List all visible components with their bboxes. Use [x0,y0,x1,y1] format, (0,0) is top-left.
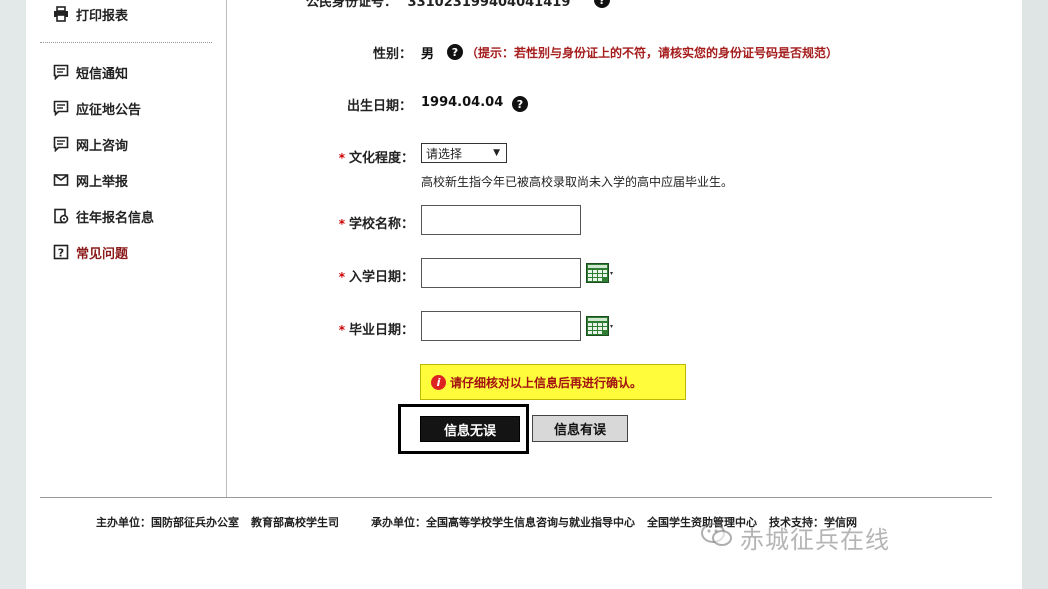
confirm-notice-text: 请仔细核对以上信息后再进行确认。 [450,375,643,390]
question-box-icon: ? [52,243,70,261]
sidebar: 打印报表 短信通知 应征地公告 网上咨询 网上举报 往年报名信息 ? 常见问题 [40,0,226,498]
gender-value: 男 [421,47,435,62]
info-incorrect-button[interactable]: 信息有误 [532,415,628,442]
message-icon [52,135,70,153]
footer-organizer: 承办单位：全国高等学校学生信息咨询与就业指导中心 [371,516,635,529]
help-icon[interactable]: ? [594,0,610,8]
enroll-date-label: * 入学日期： [316,266,414,285]
watermark-text: 赤城征兵在线 [740,526,890,554]
id-number-row: 公民身份证号： 331023199404041419 [306,0,570,10]
enroll-date-input[interactable] [421,258,581,288]
gender-hint: （提示：若性别与身份证上的不符，请核实您的身份证号码是否规范） [466,46,839,60]
confirm-notice: i 请仔细核对以上信息后再进行确认。 [420,364,686,400]
sidebar-item-label: 网上举报 [76,174,129,190]
document-gear-icon [52,207,70,225]
calendar-icon[interactable] [586,316,614,336]
calendar-icon[interactable] [586,263,614,283]
sidebar-item-label: 应征地公告 [76,102,142,118]
message-icon [52,99,70,117]
info-correct-button[interactable]: 信息无误 [420,416,520,442]
watermark: 赤城征兵在线 [700,520,890,555]
info-icon: i [431,374,446,390]
sidebar-item-consult[interactable]: 网上咨询 [52,133,128,155]
page-panel: 打印报表 短信通知 应征地公告 网上咨询 网上举报 往年报名信息 ? 常见问题 … [26,0,1022,589]
footer-host-2: 教育部高校学生司 [251,516,339,529]
sidebar-item-print-report[interactable]: 打印报表 [52,3,128,25]
sidebar-separator [40,42,212,43]
dropdown-arrow-icon: ▼ [493,148,500,158]
grad-date-input[interactable] [421,311,581,341]
school-name-label: * 学校名称： [316,213,414,232]
footer-divider [40,497,992,498]
grad-date-label-text: 毕业日期： [348,323,414,338]
sidebar-item-label: 打印报表 [76,8,129,24]
education-label-text: 文化程度： [348,151,414,166]
sidebar-item-label: 网上咨询 [76,138,129,154]
wechat-logo-icon [700,522,734,554]
birth-date-value: 1994.04.04 [421,95,504,110]
education-note: 高校新生指今年已被高校录取尚未入学的高中应届毕业生。 [421,175,734,189]
education-select[interactable]: 请选择 ▼ [421,143,507,163]
grad-date-label: * 毕业日期： [316,319,414,338]
school-name-input[interactable] [421,205,581,235]
required-mark: * [338,151,345,165]
sidebar-item-announcement[interactable]: 应征地公告 [52,97,141,119]
envelope-icon [52,171,70,189]
sidebar-item-label: 常见问题 [76,246,129,262]
sidebar-item-past-records[interactable]: 往年报名信息 [52,205,154,227]
sidebar-item-report[interactable]: 网上举报 [52,169,128,191]
footer-host: 主办单位：国防部征兵办公室 [96,516,239,529]
sidebar-item-label: 往年报名信息 [76,210,155,226]
message-icon [52,63,70,81]
help-icon[interactable]: ? [447,44,463,60]
gender-label: 性别： [372,47,412,62]
printer-icon [52,5,70,23]
education-selected-value: 请选择 [426,146,463,161]
svg-text:?: ? [58,247,64,260]
id-number-value: 331023199404041419 [407,0,571,10]
required-mark: * [338,323,345,337]
required-mark: * [338,217,345,231]
sidebar-item-sms[interactable]: 短信通知 [52,61,128,83]
id-number-label: 公民身份证号： [306,0,398,10]
left-background-strip [0,0,26,589]
education-label: * 文化程度： [316,147,414,166]
help-icon[interactable]: ? [512,96,528,112]
school-name-label-text: 学校名称： [348,217,414,232]
required-mark: * [338,270,345,284]
right-background-strip [1022,0,1048,589]
sidebar-item-label: 短信通知 [76,66,129,82]
sidebar-divider [226,0,227,498]
birth-date-label: 出生日期： [346,99,412,114]
enroll-date-label-text: 入学日期： [348,270,414,285]
sidebar-item-faq[interactable]: ? 常见问题 [52,241,128,263]
